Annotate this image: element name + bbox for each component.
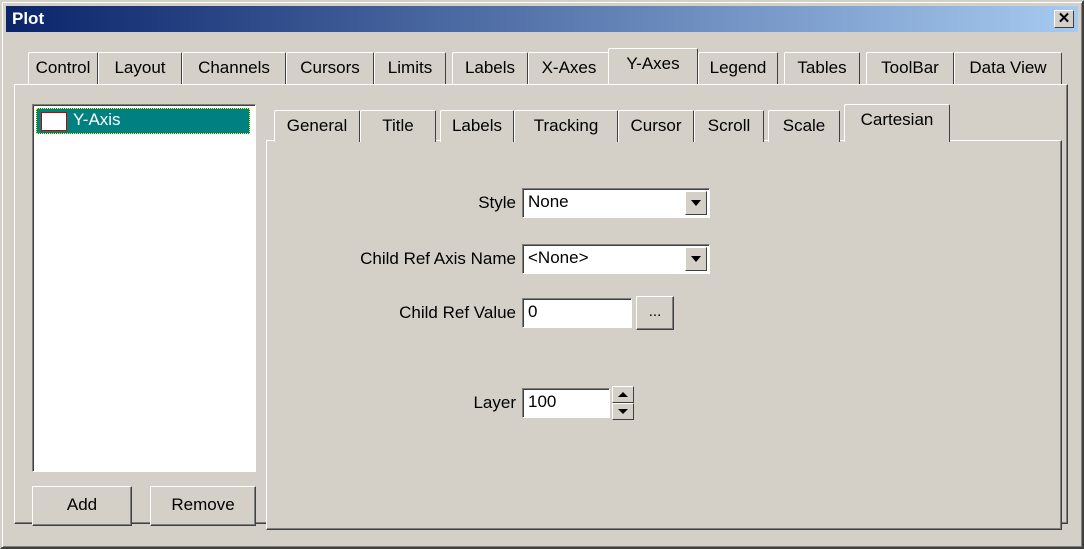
spin-down-icon[interactable]: [612, 403, 634, 420]
tab-label: Scroll: [707, 116, 751, 135]
tab-limits[interactable]: Limits: [374, 52, 446, 84]
child-ref-value-browse-button[interactable]: ...: [636, 296, 674, 330]
child-ref-value-input[interactable]: 0: [522, 298, 632, 328]
tab-label: Cursor: [630, 116, 682, 135]
tab-data-view[interactable]: Data View: [954, 52, 1062, 84]
tab-label: Cartesian: [860, 110, 934, 129]
tab-label: Limits: [387, 58, 433, 77]
tab-label: Title: [382, 116, 414, 135]
close-button[interactable]: ✕: [1054, 10, 1074, 28]
tab-label: ToolBar: [881, 58, 939, 77]
tab-label: Scale: [782, 116, 826, 135]
subtab-scroll[interactable]: Scroll: [694, 110, 764, 142]
button-label: Remove: [171, 495, 235, 514]
child-ref-axis-name-select[interactable]: <None>: [522, 244, 710, 274]
subtab-cartesian[interactable]: Cartesian: [844, 104, 950, 142]
subtab-tracking[interactable]: Tracking: [514, 110, 618, 142]
button-label: ...: [648, 303, 662, 320]
tab-label: Control: [35, 58, 91, 77]
tab-label: Cursors: [300, 58, 360, 77]
layer-input[interactable]: 100: [522, 388, 610, 418]
color-swatch: [41, 112, 67, 131]
list-item-y-axis[interactable]: Y-Axis: [36, 108, 250, 134]
tab-label: Labels: [451, 116, 503, 135]
spin-up-icon[interactable]: [612, 386, 634, 403]
tab-label: X-Axes: [541, 58, 597, 77]
title-bar[interactable]: Plot ✕: [6, 6, 1078, 32]
tab-x-axes[interactable]: X-Axes: [528, 52, 610, 84]
window-title: Plot: [12, 9, 45, 28]
tab-layout[interactable]: Layout: [98, 52, 182, 84]
tab-legend[interactable]: Legend: [698, 52, 778, 84]
style-label: Style: [478, 193, 516, 212]
subtab-general[interactable]: General: [274, 110, 360, 142]
remove-button[interactable]: Remove: [150, 486, 256, 526]
tab-toolbar[interactable]: ToolBar: [866, 52, 954, 84]
subtab-cursor[interactable]: Cursor: [618, 110, 694, 142]
tab-label: Labels: [464, 58, 516, 77]
child-ref-axis-name-label: Child Ref Axis Name: [360, 249, 516, 268]
subtab-title[interactable]: Title: [360, 110, 436, 142]
add-button[interactable]: Add: [32, 486, 132, 526]
subtab-labels[interactable]: Labels: [440, 110, 514, 142]
child-ref-axis-name-value: <None>: [528, 248, 589, 267]
tab-label: Data View: [969, 58, 1047, 77]
tab-tables[interactable]: Tables: [784, 52, 860, 84]
layer-label: Layer: [473, 393, 516, 412]
tab-label: General: [286, 116, 348, 135]
tab-y-axes[interactable]: Y-Axes: [608, 48, 698, 84]
tab-channels[interactable]: Channels: [182, 52, 286, 84]
subtab-scale[interactable]: Scale: [768, 110, 840, 142]
tab-label: Legend: [709, 58, 767, 77]
tab-labels[interactable]: Labels: [452, 52, 528, 84]
tab-label: Y-Axes: [626, 54, 680, 73]
style-value: None: [528, 192, 569, 211]
tab-label: Channels: [198, 58, 270, 77]
close-icon: ✕: [1057, 10, 1071, 27]
tab-label: Tracking: [533, 116, 599, 135]
tab-cursors[interactable]: Cursors: [286, 52, 374, 84]
chevron-down-icon[interactable]: [685, 247, 707, 271]
tab-label: Layout: [114, 58, 166, 77]
tab-control[interactable]: Control: [28, 52, 98, 84]
tab-label: Tables: [797, 58, 847, 77]
child-ref-value-label: Child Ref Value: [399, 303, 516, 322]
list-item-label: Y-Axis: [73, 110, 121, 129]
style-select[interactable]: None: [522, 188, 710, 218]
button-label: Add: [66, 495, 98, 514]
chevron-down-icon[interactable]: [685, 191, 707, 215]
axis-list[interactable]: Y-Axis: [32, 104, 256, 472]
